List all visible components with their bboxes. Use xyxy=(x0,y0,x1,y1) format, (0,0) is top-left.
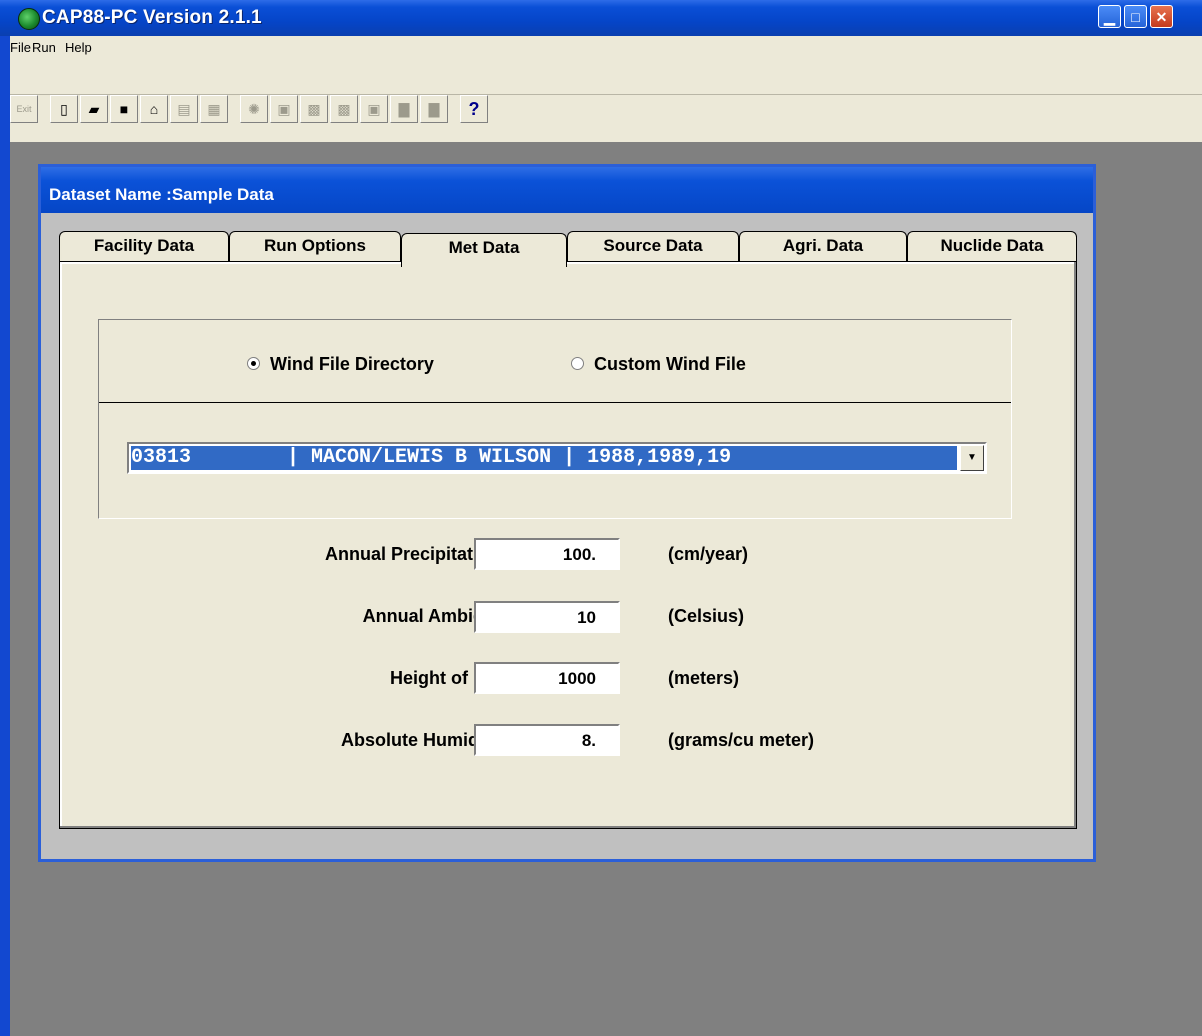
tab-source-data[interactable]: Source Data xyxy=(567,231,739,261)
wind-station-value: 03813 | MACON/LEWIS B WILSON | 1988,1989… xyxy=(131,446,957,470)
dataset-window: Dataset Name :Sample Data Facility Data … xyxy=(38,164,1096,862)
map-button[interactable]: ▩ xyxy=(300,95,328,123)
globe-icon xyxy=(18,8,40,30)
burst-icon: ✺ xyxy=(248,101,260,117)
wind-directory-label: Wind File Directory xyxy=(270,354,434,374)
new-file-icon: ▯ xyxy=(60,101,68,117)
wind-station-select[interactable]: 03813 | MACON/LEWIS B WILSON | 1988,1989… xyxy=(127,442,987,474)
menu-help[interactable]: Help xyxy=(65,40,92,55)
folder-open-icon: ▰ xyxy=(88,101,100,117)
dataset-title: Dataset Name :Sample Data xyxy=(49,185,274,204)
floppy-disk-icon: ■ xyxy=(119,101,129,117)
exit-button[interactable]: Exit xyxy=(10,95,38,123)
maximize-icon: □ xyxy=(1131,9,1140,25)
radio-selected-icon xyxy=(247,356,260,370)
save-button[interactable]: ■ xyxy=(110,95,138,123)
window-border xyxy=(0,36,10,1036)
menu-run[interactable]: Run xyxy=(32,40,56,55)
maximize-button[interactable]: □ xyxy=(1124,5,1147,28)
print-preview-button[interactable]: ▦ xyxy=(200,95,228,123)
chart2-button[interactable]: ▇ xyxy=(420,95,448,123)
unlock-button[interactable]: ⌂ xyxy=(140,95,168,123)
precipitation-unit: (cm/year) xyxy=(668,544,749,564)
main-window: CAP88-PC Version 2.1.1 ▁ □ ✕ File Run He… xyxy=(0,0,1202,1036)
tab-control: Facility Data Run Options Source Data Ag… xyxy=(59,213,1079,829)
ambient-input[interactable]: 10 xyxy=(474,601,620,633)
map2-icon: ▩ xyxy=(337,101,351,117)
help-button[interactable]: ? xyxy=(460,95,488,123)
chart-icon: ▇ xyxy=(398,101,410,117)
help-label: ? xyxy=(468,99,480,119)
lid-height-unit: (meters) xyxy=(668,668,740,688)
tab-run-options[interactable]: Run Options xyxy=(229,231,401,261)
precipitation-input[interactable]: 100. xyxy=(474,538,620,570)
humidity-unit: (grams/cu meter) xyxy=(668,730,815,750)
report2-button[interactable]: ▣ xyxy=(360,95,388,123)
chart2-icon: ▇ xyxy=(428,101,440,117)
new-file-button[interactable]: ▯ xyxy=(50,95,78,123)
chevron-down-icon[interactable]: ▼ xyxy=(960,445,984,471)
help-book-button[interactable]: ▤ xyxy=(170,95,198,123)
close-icon: ✕ xyxy=(1155,9,1168,25)
menu-bar: File Run Help xyxy=(10,36,1202,60)
custom-wind-label: Custom Wind File xyxy=(594,354,746,374)
chart-button[interactable]: ▇ xyxy=(390,95,418,123)
map2-button[interactable]: ▩ xyxy=(330,95,358,123)
report2-icon: ▣ xyxy=(367,101,381,117)
print-preview-icon: ▦ xyxy=(207,101,221,117)
menu-file[interactable]: File xyxy=(10,40,31,55)
radio-unselected-icon xyxy=(571,356,584,370)
humidity-input[interactable]: 8. xyxy=(474,724,620,756)
tab-agri-data[interactable]: Agri. Data xyxy=(739,231,907,261)
window-title: CAP88-PC Version 2.1.1 xyxy=(42,7,262,28)
close-button[interactable]: ✕ xyxy=(1150,5,1173,28)
ambient-unit: (Celsius) xyxy=(668,606,745,626)
minimize-button[interactable]: ▁ xyxy=(1098,5,1121,28)
wind-directory-option[interactable]: Wind File Directory xyxy=(247,354,434,375)
title-bar: CAP88-PC Version 2.1.1 ▁ □ ✕ xyxy=(0,0,1202,36)
minimize-icon: ▁ xyxy=(1104,9,1115,25)
exit-label: Exit xyxy=(16,104,32,114)
met-data-panel: Wind File Directory Custom Wind File 038… xyxy=(59,261,1077,829)
open-file-button[interactable]: ▰ xyxy=(80,95,108,123)
toolbar: Exit ▯ ▰ ■ ⌂ ▤ ▦ ✺ ▣ ▩ ▩ ▣ ▇ ▇ ? xyxy=(10,60,1202,142)
tab-met-data[interactable]: Met Data xyxy=(401,233,567,267)
unlock-icon: ⌂ xyxy=(149,101,159,117)
tab-facility-data[interactable]: Facility Data xyxy=(59,231,229,261)
lid-height-input[interactable]: 1000 xyxy=(474,662,620,694)
tab-nuclide-data[interactable]: Nuclide Data xyxy=(907,231,1077,261)
help-book-icon: ▤ xyxy=(177,101,191,117)
custom-wind-option[interactable]: Custom Wind File xyxy=(571,354,746,375)
frame-divider xyxy=(99,402,1011,403)
dataset-title-bar: Dataset Name :Sample Data xyxy=(41,167,1093,213)
report-button[interactable]: ▣ xyxy=(270,95,298,123)
map-icon: ▩ xyxy=(307,101,321,117)
report-icon: ▣ xyxy=(277,101,291,117)
wind-file-frame: Wind File Directory Custom Wind File 038… xyxy=(98,319,1012,519)
run-button[interactable]: ✺ xyxy=(240,95,268,123)
